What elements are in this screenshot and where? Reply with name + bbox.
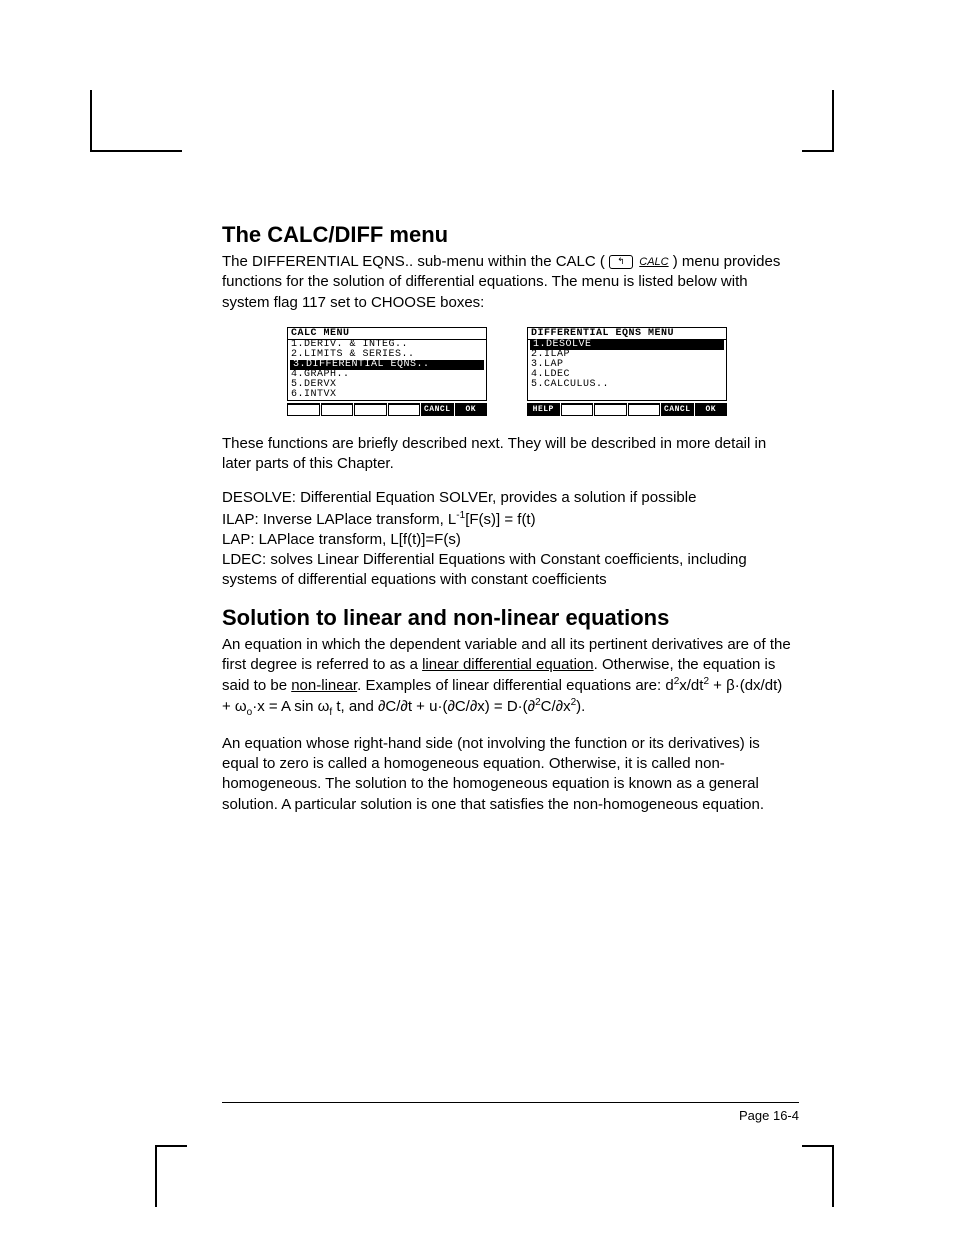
linear-nonlinear-paragraph: An equation in which the dependent varia… xyxy=(222,635,792,720)
intro-paragraph: The DIFFERENTIAL EQNS.. sub-menu within … xyxy=(222,252,792,313)
calc-key-icon: ↰ CALC xyxy=(609,252,669,272)
def-desolve: DESOLVE: Differential Equation SOLVEr, p… xyxy=(222,489,696,506)
softkey-row: HELP CANCL OK xyxy=(527,403,727,416)
intro-text-a: The DIFFERENTIAL EQNS.. sub-menu within … xyxy=(222,253,605,270)
def-lap: LAP: LAPlace transform, L[f(t)]=F(s) xyxy=(222,531,461,548)
softkey-row: CANCL OK xyxy=(287,403,487,416)
softkey-blank xyxy=(321,403,354,416)
p3-h: C/∂x xyxy=(541,698,571,715)
p3-d: x/dt xyxy=(679,677,703,694)
crop-mark-bottom-left xyxy=(155,1145,187,1207)
p3-c: . Examples of linear differential equati… xyxy=(357,677,674,694)
heading-solution-linear: Solution to linear and non-linear equati… xyxy=(222,605,792,631)
calculator-screenshots-row: CALC MENU 1.DERIV. & INTEG.. 2.LIMITS & … xyxy=(222,327,792,416)
def-ilap-a: ILAP: Inverse LAPlace transform, L xyxy=(222,511,456,528)
left-shift-key-icon: ↰ xyxy=(609,255,633,269)
crop-mark-bottom-right xyxy=(802,1145,834,1207)
softkey-ok: OK xyxy=(455,403,488,416)
p3-f: ·x = A sin ω xyxy=(252,698,329,715)
softkey-blank xyxy=(287,403,320,416)
softkey-blank xyxy=(561,403,594,416)
page-number: Page 16-4 xyxy=(739,1108,799,1123)
function-definitions: DESOLVE: Differential Equation SOLVEr, p… xyxy=(222,488,792,590)
softkey-blank xyxy=(594,403,627,416)
calc-menu-item: 6.INTVX xyxy=(288,390,486,400)
def-ilap-b: [F(s)] = f(t) xyxy=(465,511,535,528)
calc-menu-screenshot: CALC MENU 1.DERIV. & INTEG.. 2.LIMITS & … xyxy=(287,327,487,416)
softkey-cancel: CANCL xyxy=(421,403,454,416)
p3-i: ). xyxy=(576,698,585,715)
diff-menu-item: 5.CALCULUS.. xyxy=(528,380,726,390)
diff-menu-blank xyxy=(528,390,726,400)
softkey-ok: OK xyxy=(695,403,728,416)
calc-key-label: CALC xyxy=(639,256,668,268)
def-ilap-sup: -1 xyxy=(456,510,465,521)
softkey-cancel: CANCL xyxy=(661,403,694,416)
p3-underline-2: non-linear xyxy=(291,677,357,694)
crop-mark-top-left xyxy=(90,90,182,152)
softkey-blank xyxy=(354,403,387,416)
heading-calc-diff-menu: The CALC/DIFF menu xyxy=(222,222,792,248)
softkey-help: HELP xyxy=(527,403,560,416)
softkey-blank xyxy=(628,403,661,416)
softkey-blank xyxy=(388,403,421,416)
footer-rule xyxy=(222,1102,799,1103)
homogeneous-paragraph: An equation whose right-hand side (not i… xyxy=(222,734,792,815)
diff-eqns-menu-screenshot: DIFFERENTIAL EQNS MENU 1.DESOLVE 2.ILAP … xyxy=(527,327,727,416)
brief-desc-paragraph: These functions are briefly described ne… xyxy=(222,434,792,475)
def-ldec: LDEC: solves Linear Differential Equatio… xyxy=(222,551,747,588)
crop-mark-top-right xyxy=(802,90,834,152)
p3-g: t, and ∂C/∂t + u·(∂C/∂x) = D·(∂ xyxy=(332,698,535,715)
page-content: The CALC/DIFF menu The DIFFERENTIAL EQNS… xyxy=(222,222,792,829)
p3-underline-1: linear differential equation xyxy=(422,656,594,673)
